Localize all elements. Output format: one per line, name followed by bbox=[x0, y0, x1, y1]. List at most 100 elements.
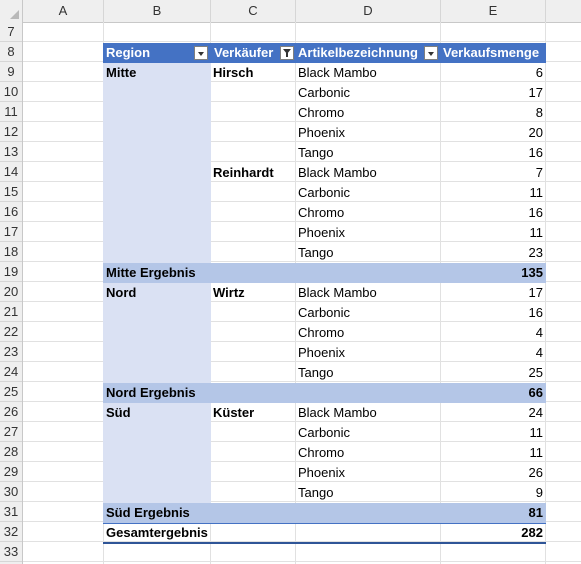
quantity-cell[interactable]: 6 bbox=[440, 63, 543, 83]
row-header[interactable]: 27 bbox=[0, 422, 22, 442]
quantity-cell[interactable]: 4 bbox=[440, 323, 543, 343]
select-all-corner[interactable] bbox=[0, 0, 23, 22]
row-header[interactable]: 24 bbox=[0, 362, 22, 382]
item-cell[interactable]: Phoenix bbox=[298, 223, 438, 243]
item-cell[interactable]: Carbonic bbox=[298, 183, 438, 203]
item-cell[interactable]: Tango bbox=[298, 363, 438, 383]
seller-filter-dropdown[interactable] bbox=[280, 46, 294, 60]
column-header-e[interactable]: E bbox=[441, 0, 546, 22]
quantity-cell[interactable]: 20 bbox=[440, 123, 543, 143]
row-header[interactable]: 25 bbox=[0, 382, 22, 402]
item-cell[interactable]: Tango bbox=[298, 243, 438, 263]
row-header[interactable]: 32 bbox=[0, 522, 22, 542]
row-header[interactable]: 28 bbox=[0, 442, 22, 462]
row-header[interactable]: 22 bbox=[0, 322, 22, 342]
quantity-cell[interactable]: 4 bbox=[440, 343, 543, 363]
quantity-cell[interactable]: 25 bbox=[440, 363, 543, 383]
row-header[interactable]: 14 bbox=[0, 162, 22, 182]
grand-total-label[interactable]: Gesamtergebnis bbox=[106, 523, 356, 543]
quantity-cell[interactable]: 17 bbox=[440, 83, 543, 103]
item-cell[interactable]: Tango bbox=[298, 483, 438, 503]
subtotal-value[interactable]: 81 bbox=[440, 503, 543, 523]
quantity-cell[interactable]: 26 bbox=[440, 463, 543, 483]
region-group-fill bbox=[103, 63, 211, 263]
subtotal-value[interactable]: 135 bbox=[440, 263, 543, 283]
seller-cell[interactable]: Hirsch bbox=[213, 63, 293, 83]
column-header-d[interactable]: D bbox=[296, 0, 441, 22]
quantity-cell[interactable]: 16 bbox=[440, 203, 543, 223]
region-filter-dropdown[interactable] bbox=[194, 46, 208, 60]
row-header[interactable]: 12 bbox=[0, 122, 22, 142]
pivot-header-seller: Verkäufer bbox=[214, 45, 274, 60]
region-cell[interactable]: Nord bbox=[106, 283, 206, 303]
row-header[interactable]: 10 bbox=[0, 82, 22, 102]
quantity-cell[interactable]: 11 bbox=[440, 183, 544, 203]
item-cell[interactable]: Carbonic bbox=[298, 423, 438, 443]
quantity-cell[interactable]: 9 bbox=[440, 483, 543, 503]
grid-row-line bbox=[23, 542, 581, 562]
item-cell[interactable]: Chromo bbox=[298, 103, 438, 123]
quantity-cell[interactable]: 17 bbox=[440, 283, 543, 303]
grand-total-value[interactable]: 282 bbox=[440, 523, 543, 543]
item-cell[interactable]: Black Mambo bbox=[298, 283, 438, 303]
row-header[interactable]: 9 bbox=[0, 62, 22, 82]
spreadsheet-grid[interactable]: A B C D E 7 8 9 10 11 12 13 14 15 16 17 18 19 20 21 22 2… bbox=[0, 0, 581, 564]
row-header[interactable]: 15 bbox=[0, 182, 22, 202]
column-header-a[interactable]: A bbox=[23, 0, 104, 22]
quantity-cell[interactable]: 7 bbox=[440, 163, 543, 183]
row-header[interactable]: 18 bbox=[0, 242, 22, 262]
quantity-cell[interactable]: 16 bbox=[440, 303, 543, 323]
row-header[interactable]: 23 bbox=[0, 342, 22, 362]
region-cell[interactable]: Süd bbox=[106, 403, 206, 423]
row-header[interactable]: 17 bbox=[0, 222, 22, 242]
quantity-cell[interactable]: 11 bbox=[440, 223, 544, 243]
row-header[interactable]: 20 bbox=[0, 282, 22, 302]
subtotal-label[interactable]: Mitte Ergebnis bbox=[106, 263, 356, 283]
item-cell[interactable]: Tango bbox=[298, 143, 438, 163]
chevron-down-icon bbox=[428, 52, 434, 56]
row-header[interactable]: 29 bbox=[0, 462, 22, 482]
quantity-cell[interactable]: 16 bbox=[440, 143, 543, 163]
subtotal-label[interactable]: Nord Ergebnis bbox=[106, 383, 356, 403]
item-cell[interactable]: Phoenix bbox=[298, 343, 438, 363]
row-header[interactable]: 21 bbox=[0, 302, 22, 322]
item-cell[interactable]: Black Mambo bbox=[298, 63, 438, 83]
pivot-header-region: Region bbox=[106, 45, 151, 60]
row-header[interactable]: 19 bbox=[0, 262, 22, 282]
seller-cell[interactable]: Küster bbox=[213, 403, 293, 423]
row-header[interactable]: 8 bbox=[0, 42, 22, 62]
item-cell[interactable]: Carbonic bbox=[298, 83, 438, 103]
subtotal-label[interactable]: Süd Ergebnis bbox=[106, 503, 356, 523]
item-cell[interactable]: Chromo bbox=[298, 203, 438, 223]
row-header[interactable]: 30 bbox=[0, 482, 22, 502]
subtotal-value[interactable]: 66 bbox=[440, 383, 543, 403]
row-header[interactable]: 11 bbox=[0, 102, 22, 122]
column-header-b[interactable]: B bbox=[104, 0, 211, 22]
item-cell[interactable]: Black Mambo bbox=[298, 163, 438, 183]
quantity-cell[interactable]: 23 bbox=[440, 243, 543, 263]
item-filter-dropdown[interactable] bbox=[424, 46, 438, 60]
quantity-cell[interactable]: 11 bbox=[440, 423, 544, 443]
item-cell[interactable]: Chromo bbox=[298, 323, 438, 343]
column-header-bar: A B C D E bbox=[0, 0, 581, 23]
item-cell[interactable]: Phoenix bbox=[298, 463, 438, 483]
grand-total-bottom-border bbox=[103, 542, 546, 544]
region-cell[interactable]: Mitte bbox=[106, 63, 206, 83]
item-cell[interactable]: Chromo bbox=[298, 443, 438, 463]
row-header[interactable]: 13 bbox=[0, 142, 22, 162]
item-cell[interactable]: Carbonic bbox=[298, 303, 438, 323]
item-cell[interactable]: Phoenix bbox=[298, 123, 438, 143]
row-header[interactable]: 26 bbox=[0, 402, 22, 422]
row-header[interactable]: 31 bbox=[0, 502, 22, 522]
row-header[interactable]: 16 bbox=[0, 202, 22, 222]
quantity-cell[interactable]: 8 bbox=[440, 103, 543, 123]
row-header[interactable]: 33 bbox=[0, 542, 22, 562]
chevron-down-icon bbox=[198, 52, 204, 56]
quantity-cell[interactable]: 11 bbox=[440, 443, 544, 463]
seller-cell[interactable]: Wirtz bbox=[213, 283, 293, 303]
quantity-cell[interactable]: 24 bbox=[440, 403, 543, 423]
row-header[interactable]: 7 bbox=[0, 22, 22, 42]
item-cell[interactable]: Black Mambo bbox=[298, 403, 438, 423]
seller-cell[interactable]: Reinhardt bbox=[213, 163, 293, 183]
column-header-c[interactable]: C bbox=[211, 0, 296, 22]
